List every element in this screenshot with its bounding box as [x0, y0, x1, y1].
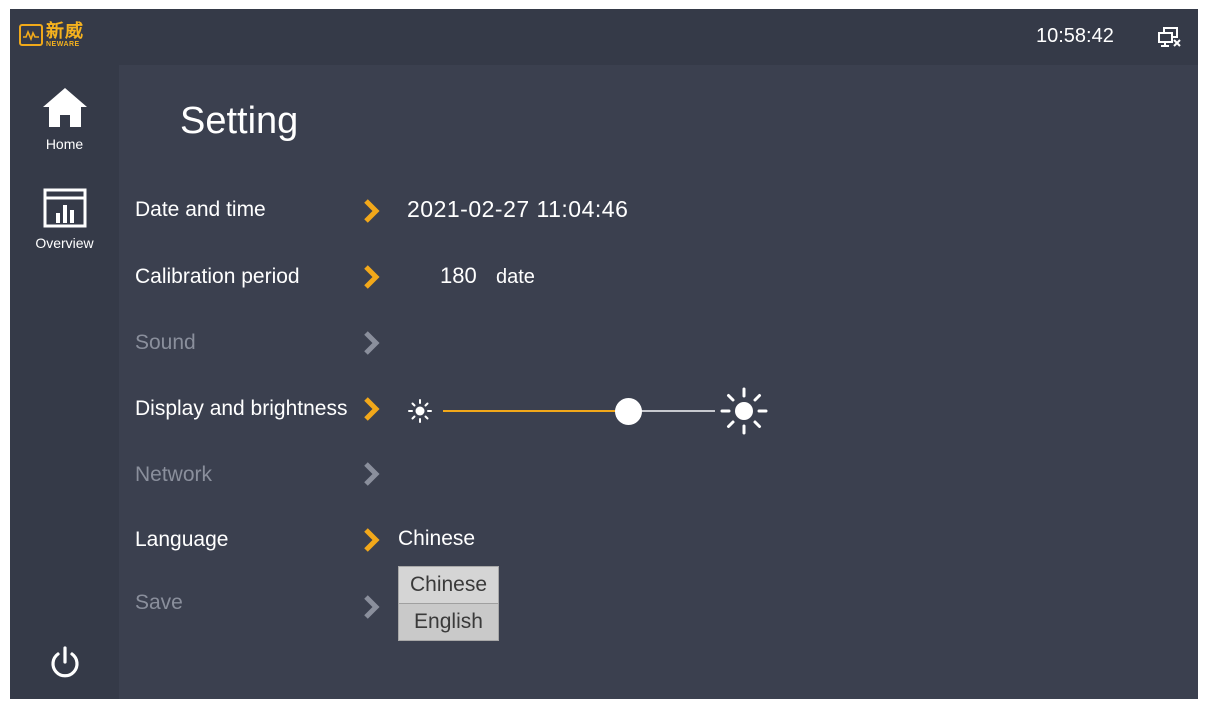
slider-handle[interactable] — [614, 398, 642, 425]
calibration-period-value[interactable]: 180 — [440, 263, 477, 289]
sidebar-item-home[interactable]: Home — [10, 87, 119, 152]
language-option-chinese[interactable]: Chinese — [399, 567, 498, 603]
setting-label-save[interactable]: Save — [135, 591, 183, 615]
app-screen: 新威 NEWARE 10:58:42 Home Overview Setting… — [10, 9, 1198, 699]
chevron-right-icon[interactable] — [362, 395, 382, 423]
language-dropdown: Chinese English — [398, 566, 499, 641]
logo-text-en: NEWARE — [46, 41, 80, 48]
top-bar: 新威 NEWARE 10:58:42 — [10, 9, 1198, 65]
language-select-value[interactable]: Chinese — [398, 527, 475, 551]
brightness-high-icon — [718, 385, 770, 437]
power-icon[interactable] — [48, 645, 82, 681]
chevron-right-icon[interactable] — [362, 460, 382, 488]
chevron-right-icon[interactable] — [362, 197, 382, 225]
page-title: Setting — [180, 100, 299, 142]
setting-label-sound[interactable]: Sound — [135, 331, 196, 355]
setting-label-network[interactable]: Network — [135, 463, 212, 487]
logo-text-cn: 新威 — [46, 21, 84, 41]
sidebar: Home Overview — [10, 65, 119, 699]
language-option-english[interactable]: English — [399, 603, 498, 640]
logo-wave-icon — [19, 24, 43, 46]
network-status-icon[interactable] — [1156, 25, 1182, 49]
slider-track-filled[interactable] — [443, 410, 628, 412]
setting-label-display[interactable]: Display and brightness — [135, 397, 347, 421]
date-time-value[interactable]: 2021-02-27 11:04:46 — [407, 196, 628, 223]
chevron-right-icon[interactable] — [362, 593, 382, 621]
overview-icon — [43, 188, 87, 233]
chevron-right-icon[interactable] — [362, 263, 382, 291]
neware-logo: 新威 NEWARE — [19, 21, 110, 49]
clock: 10:58:42 — [1036, 25, 1114, 47]
brightness-low-icon — [406, 397, 434, 425]
sidebar-item-label: Home — [45, 136, 84, 152]
chevron-right-icon[interactable] — [362, 329, 382, 357]
calibration-period-unit: date — [496, 266, 535, 288]
sidebar-item-label: Overview — [35, 235, 94, 251]
setting-label-date-time[interactable]: Date and time — [135, 198, 266, 222]
chevron-right-icon[interactable] — [362, 526, 382, 554]
setting-label-calibration[interactable]: Calibration period — [135, 265, 300, 289]
home-icon — [41, 87, 89, 134]
setting-label-language[interactable]: Language — [135, 528, 228, 552]
sidebar-item-overview[interactable]: Overview — [10, 188, 119, 251]
